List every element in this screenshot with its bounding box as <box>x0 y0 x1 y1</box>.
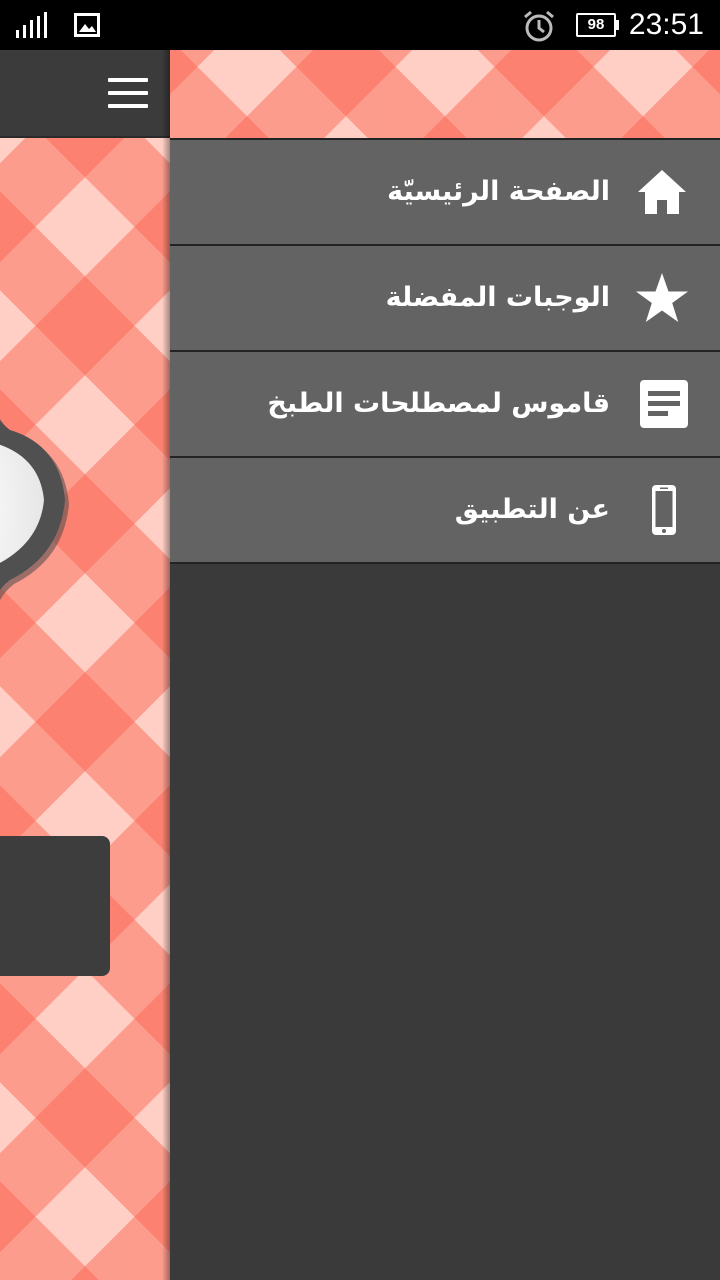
battery-level: 98 <box>576 13 616 37</box>
navigation-drawer: الصفحة الرئيسيّة الوجبات المفضلة قاموس ل… <box>170 50 720 1280</box>
main-content <box>0 50 170 1280</box>
home-icon <box>638 170 686 214</box>
clock: 23:51 <box>628 8 704 41</box>
drawer-item-home[interactable]: الصفحة الرئيسيّة <box>170 138 720 244</box>
star-icon <box>636 273 688 322</box>
decorative-frame <box>0 350 90 670</box>
drawer-item-favorites[interactable]: الوجبات المفضلة <box>170 244 720 350</box>
image-notification-icon <box>74 13 100 37</box>
signal-icon <box>16 12 47 38</box>
phone-icon <box>652 485 676 535</box>
app-toolbar <box>0 50 170 138</box>
alarm-icon <box>524 10 554 42</box>
menu-icon[interactable] <box>108 78 152 110</box>
drawer-shadow <box>162 50 170 1280</box>
drawer-item-label: قاموس لمصطلحات الطبخ <box>267 388 610 419</box>
status-bar: 98 23:51 <box>0 0 720 50</box>
drawer-item-label: عن التطبيق <box>454 494 610 525</box>
content-card[interactable] <box>0 836 110 976</box>
drawer-item-glossary[interactable]: قاموس لمصطلحات الطبخ <box>170 350 720 456</box>
drawer-item-about[interactable]: عن التطبيق <box>170 456 720 564</box>
battery-icon: 98 <box>576 13 619 37</box>
drawer-header <box>170 50 720 138</box>
drawer-menu-list: الصفحة الرئيسيّة الوجبات المفضلة قاموس ل… <box>170 138 720 564</box>
article-icon <box>640 380 688 428</box>
drawer-item-label: الصفحة الرئيسيّة <box>387 176 610 207</box>
drawer-item-label: الوجبات المفضلة <box>385 282 610 313</box>
